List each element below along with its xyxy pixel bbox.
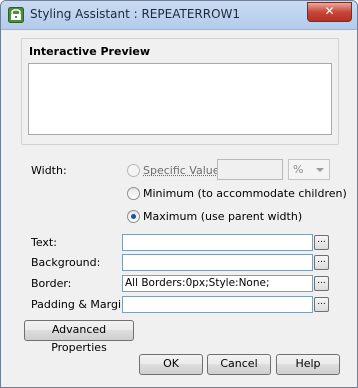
- interactive-preview-group: Interactive Preview: [21, 38, 339, 145]
- background-browse-button[interactable]: ...: [314, 255, 329, 270]
- padding-margin-browse-button[interactable]: ...: [314, 297, 329, 312]
- close-button[interactable]: ✕: [307, 2, 352, 22]
- background-field[interactable]: [122, 254, 313, 271]
- width-specific-radio[interactable]: [127, 164, 140, 177]
- dialog-window: Styling Assistant : REPEATERROW1 ✕ Inter…: [0, 0, 358, 388]
- unit-select[interactable]: %: [288, 159, 330, 180]
- text-label: Text:: [31, 236, 57, 249]
- text-browse-button[interactable]: ...: [314, 235, 329, 250]
- width-minimum-radio[interactable]: [127, 187, 140, 200]
- text-field[interactable]: [122, 234, 313, 251]
- border-browse-button[interactable]: ...: [314, 276, 329, 291]
- width-label: Width:: [31, 164, 67, 177]
- specific-value-input[interactable]: [217, 159, 283, 180]
- width-maximum-label[interactable]: Maximum (use parent width): [143, 210, 302, 223]
- interactive-preview-area: [28, 63, 332, 135]
- ok-button[interactable]: OK: [139, 354, 203, 375]
- padding-margin-field[interactable]: [122, 296, 313, 313]
- border-field[interactable]: All Borders:0px;Style:None;: [122, 275, 313, 292]
- help-button[interactable]: Help: [276, 354, 340, 375]
- border-label: Border:: [31, 277, 72, 290]
- width-specific-label[interactable]: Specific Value: [143, 164, 220, 177]
- advanced-properties-button[interactable]: Advanced Properties: [24, 320, 134, 354]
- width-maximum-radio[interactable]: [127, 210, 140, 223]
- close-icon: ✕: [324, 4, 335, 18]
- chevron-down-icon: [316, 168, 324, 172]
- cancel-button[interactable]: Cancel: [207, 354, 271, 375]
- interactive-preview-title: Interactive Preview: [29, 45, 151, 58]
- width-minimum-label[interactable]: Minimum (to accommodate children): [143, 187, 347, 200]
- styling-assistant-icon: [8, 7, 24, 23]
- background-label: Background:: [31, 256, 101, 269]
- padding-margin-label: Padding & Margin:: [31, 298, 132, 311]
- title-bar[interactable]: Styling Assistant : REPEATERROW1 ✕: [1, 1, 357, 30]
- unit-select-value: %: [293, 163, 304, 176]
- window-title: Styling Assistant : REPEATERROW1: [30, 7, 241, 21]
